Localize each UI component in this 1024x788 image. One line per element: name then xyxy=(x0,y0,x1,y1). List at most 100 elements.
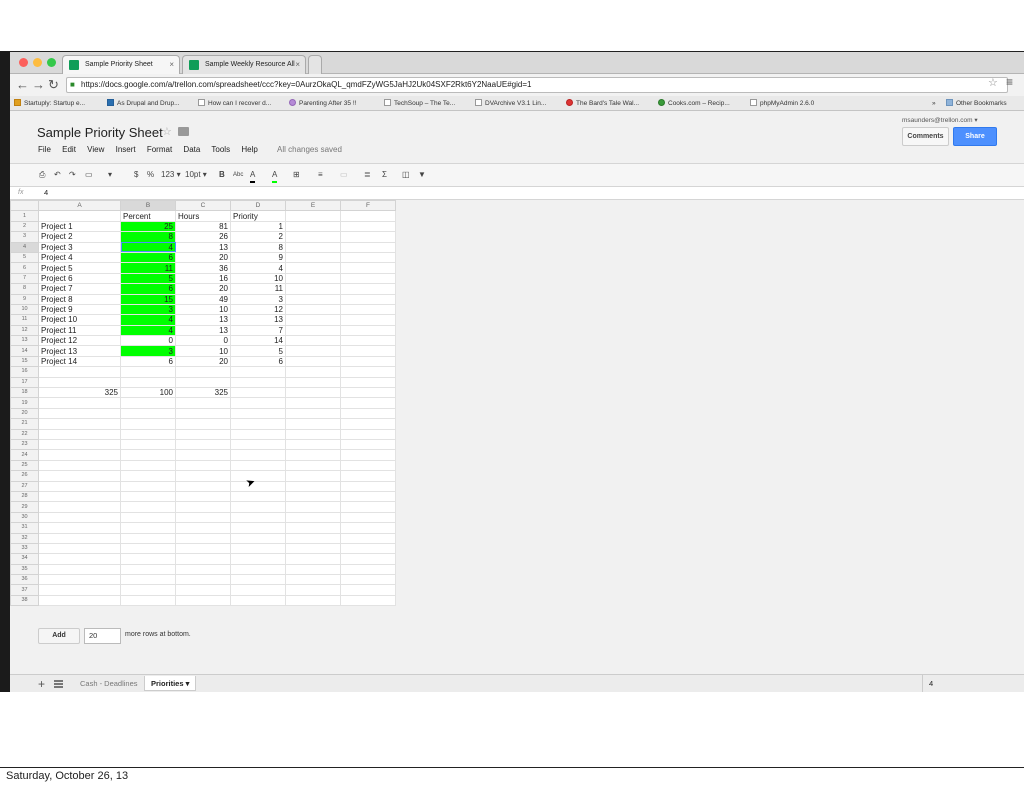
cell-d10[interactable]: 12 xyxy=(230,303,286,316)
cell-b21[interactable] xyxy=(120,418,176,430)
add-rows-button[interactable]: Add xyxy=(38,628,80,644)
cell-a9[interactable]: Project 8 xyxy=(38,293,121,305)
rows-count-input[interactable]: 20 xyxy=(84,628,121,644)
row-header[interactable]: 6 xyxy=(10,262,39,274)
cell-c20[interactable] xyxy=(175,407,231,420)
bookmark-item[interactable]: Startuply: Startup e... xyxy=(14,97,85,110)
cell-d19[interactable] xyxy=(230,397,286,409)
cell-b1[interactable]: Percent xyxy=(120,210,176,222)
row-header[interactable]: 16 xyxy=(10,366,39,378)
bookmark-item[interactable]: The Bard's Tale Wal... xyxy=(566,97,639,110)
cell-d5[interactable]: 9 xyxy=(230,251,286,264)
cell-a15[interactable]: Project 14 xyxy=(38,355,121,368)
cell-e15[interactable] xyxy=(285,355,341,368)
cell-d38[interactable] xyxy=(230,594,286,607)
cell-c5[interactable]: 20 xyxy=(175,251,231,264)
row-header[interactable]: 17 xyxy=(10,376,39,389)
cell-c12[interactable]: 13 xyxy=(175,324,231,337)
cell-c3[interactable]: 26 xyxy=(175,231,231,243)
cell-f8[interactable] xyxy=(340,283,396,295)
cell-b9[interactable]: 15 xyxy=(120,293,176,305)
print-icon[interactable]: ⎙ xyxy=(39,169,45,181)
cell-d8[interactable]: 11 xyxy=(230,283,286,295)
cell-a22[interactable] xyxy=(38,428,121,441)
cell-f32[interactable] xyxy=(340,532,396,544)
cell-c17[interactable] xyxy=(175,376,231,389)
row-header[interactable]: 20 xyxy=(10,407,39,420)
cell-d25[interactable] xyxy=(230,459,286,472)
cell-e26[interactable] xyxy=(285,470,341,482)
cell-b22[interactable] xyxy=(120,428,176,441)
cell-e19[interactable] xyxy=(285,397,341,409)
cell-a29[interactable] xyxy=(38,501,121,513)
cell-e3[interactable] xyxy=(285,231,341,243)
row-header[interactable]: 21 xyxy=(10,418,39,430)
cell-b17[interactable] xyxy=(120,376,176,389)
cell-d9[interactable]: 3 xyxy=(230,293,286,305)
cell-a10[interactable]: Project 9 xyxy=(38,303,121,316)
row-header[interactable]: 22 xyxy=(10,428,39,441)
cell-e7[interactable] xyxy=(285,272,341,285)
cell-f12[interactable] xyxy=(340,324,396,337)
cell-f16[interactable] xyxy=(340,366,396,378)
cell-b6[interactable]: 11 xyxy=(120,262,176,274)
cell-d12[interactable]: 7 xyxy=(230,324,286,337)
cell-f18[interactable] xyxy=(340,387,396,399)
cell-b31[interactable] xyxy=(120,522,176,534)
cell-e17[interactable] xyxy=(285,376,341,389)
row-header[interactable]: 24 xyxy=(10,449,39,461)
row-header[interactable]: 30 xyxy=(10,511,39,524)
column-header-d[interactable]: D xyxy=(230,199,286,212)
column-header-e[interactable]: E xyxy=(285,199,341,212)
cell-d23[interactable] xyxy=(230,438,286,451)
cell-e29[interactable] xyxy=(285,501,341,513)
cell-d4[interactable]: 8 xyxy=(230,241,286,253)
cell-f13[interactable] xyxy=(340,335,396,347)
cell-c6[interactable]: 36 xyxy=(175,262,231,274)
cell-a31[interactable] xyxy=(38,522,121,534)
cell-a30[interactable] xyxy=(38,511,121,524)
column-header-b[interactable]: B xyxy=(120,199,176,212)
cell-e37[interactable] xyxy=(285,584,341,596)
cell-f4[interactable] xyxy=(340,241,396,253)
cell-c32[interactable] xyxy=(175,532,231,544)
sheet-tab-priorities[interactable]: Priorities ▾ xyxy=(144,676,197,691)
row-header[interactable]: 2 xyxy=(10,220,39,233)
cell-f29[interactable] xyxy=(340,501,396,513)
number-format-dropdown[interactable]: 123 ▾ xyxy=(161,169,181,181)
cell-f22[interactable] xyxy=(340,428,396,441)
cell-a21[interactable] xyxy=(38,418,121,430)
cell-e22[interactable] xyxy=(285,428,341,441)
cell-e1[interactable] xyxy=(285,210,341,222)
cell-d26[interactable] xyxy=(230,470,286,482)
cell-b12[interactable]: 4 xyxy=(120,324,176,337)
cell-f37[interactable] xyxy=(340,584,396,596)
cell-f19[interactable] xyxy=(340,397,396,409)
cell-d2[interactable]: 1 xyxy=(230,220,286,233)
fill-color-button[interactable]: A xyxy=(272,169,278,183)
cell-e5[interactable] xyxy=(285,251,341,264)
percent-format-button[interactable]: % xyxy=(147,169,154,181)
cell-d3[interactable]: 2 xyxy=(230,231,286,243)
cell-f35[interactable] xyxy=(340,563,396,576)
cell-c9[interactable]: 49 xyxy=(175,293,231,305)
row-header[interactable]: 13 xyxy=(10,335,39,347)
cell-b15[interactable]: 6 xyxy=(120,355,176,368)
cell-f24[interactable] xyxy=(340,449,396,461)
cell-c23[interactable] xyxy=(175,438,231,451)
tab-close-icon[interactable]: × xyxy=(169,56,174,74)
cell-f23[interactable] xyxy=(340,438,396,451)
cell-e28[interactable] xyxy=(285,490,341,503)
star-icon[interactable]: ☆ xyxy=(162,125,172,138)
cell-e25[interactable] xyxy=(285,459,341,472)
cell-e30[interactable] xyxy=(285,511,341,524)
cell-a25[interactable] xyxy=(38,459,121,472)
menu-help[interactable]: Help xyxy=(241,145,257,154)
menu-insert[interactable]: Insert xyxy=(116,145,136,154)
currency-format-button[interactable]: $ xyxy=(134,169,138,181)
cell-b8[interactable]: 6 xyxy=(120,283,176,295)
cell-a28[interactable] xyxy=(38,490,121,503)
cell-d6[interactable]: 4 xyxy=(230,262,286,274)
cell-e31[interactable] xyxy=(285,522,341,534)
selection-summary[interactable]: 4 xyxy=(922,675,1024,692)
